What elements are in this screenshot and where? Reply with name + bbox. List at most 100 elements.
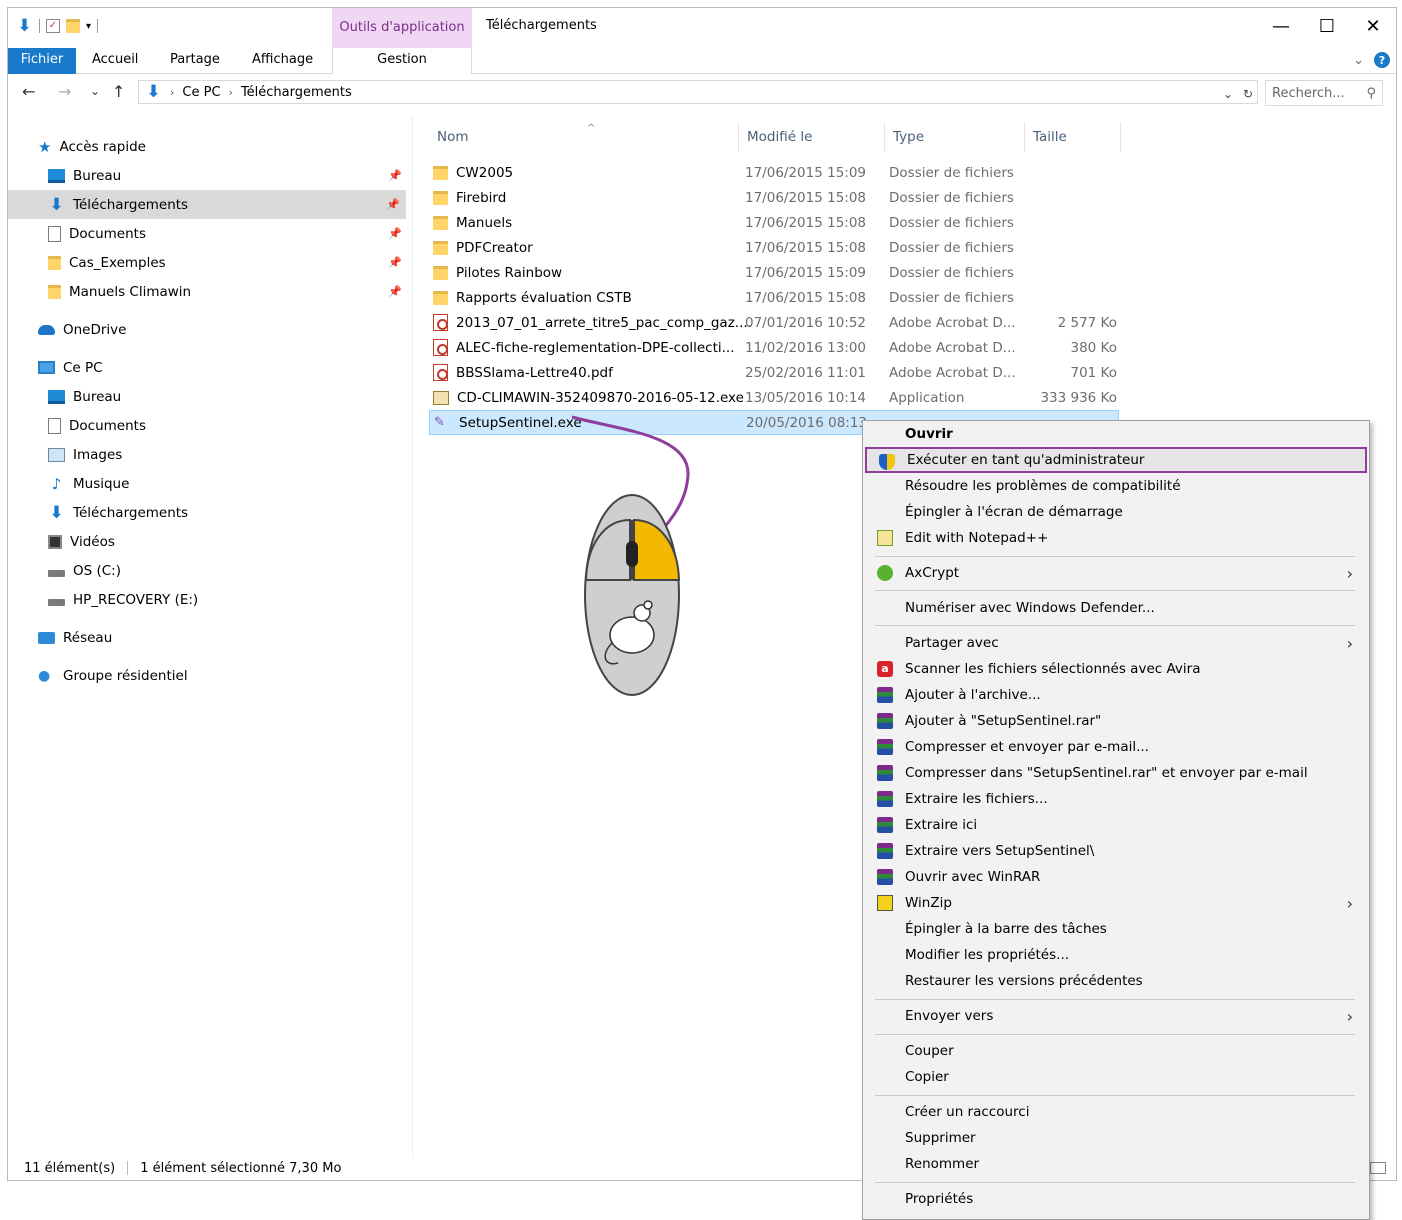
maximize-button[interactable]: ☐: [1304, 8, 1350, 44]
address-dropdown-icon[interactable]: ⌄: [1223, 87, 1233, 101]
file-row[interactable]: Pilotes Rainbow 17/06/2015 15:09 Dossier…: [429, 260, 1119, 285]
menu-item-compatibilite[interactable]: Résoudre les problèmes de compatibilité: [865, 473, 1367, 499]
up-arrow-icon[interactable]: ↑: [112, 82, 125, 101]
customize-toolbar-icon[interactable]: ▾: [86, 21, 91, 32]
breadcrumb-ce-pc[interactable]: Ce PC: [182, 85, 220, 100]
minimize-button[interactable]: —: [1258, 8, 1304, 44]
sidebar-item-reseau[interactable]: Réseau: [38, 623, 112, 652]
chevron-down-icon[interactable]: ⌄: [1353, 53, 1364, 68]
details-view-icon[interactable]: [1370, 1162, 1386, 1174]
menu-item-creer-raccourci[interactable]: Créer un raccourci: [865, 1099, 1367, 1125]
refresh-icon[interactable]: ↻: [1243, 87, 1253, 101]
file-row[interactable]: PDFCreator 17/06/2015 15:08 Dossier de f…: [429, 235, 1119, 260]
menu-item-epingler-demarrage[interactable]: Épingler à l'écran de démarrage: [865, 499, 1367, 525]
menu-item-ajouter-rar[interactable]: Ajouter à "SetupSentinel.rar": [865, 708, 1367, 734]
menu-item-axcrypt[interactable]: AxCrypt ›: [865, 560, 1367, 586]
menu-item-copier[interactable]: Copier: [865, 1064, 1367, 1090]
sidebar-item-os-c[interactable]: OS (C:): [48, 556, 121, 585]
sidebar-item-manuels-climawin[interactable]: Manuels Climawin 📌: [48, 277, 402, 306]
forward-arrow-icon[interactable]: →: [58, 82, 71, 101]
file-type: Adobe Acrobat D...: [889, 339, 1016, 356]
sidebar-item-pc-bureau[interactable]: Bureau: [48, 382, 121, 411]
menu-item-couper[interactable]: Couper: [865, 1038, 1367, 1064]
file-modified: 25/02/2016 11:01: [745, 364, 867, 381]
navigation-bar: ← → ⌄ ↑ ⬇ › Ce PC › Téléchargements ⌄ ↻ …: [8, 78, 1396, 108]
menu-item-modifier-proprietes[interactable]: Modifier les propriétés...: [865, 942, 1367, 968]
recent-locations-icon[interactable]: ⌄: [90, 84, 100, 98]
column-header-type[interactable]: Type: [885, 122, 1025, 152]
menu-item-label: Extraire les fichiers...: [905, 791, 1048, 807]
menu-item-winzip[interactable]: WinZip ›: [865, 890, 1367, 916]
file-row[interactable]: 2013_07_01_arrete_titre5_pac_comp_gaz...…: [429, 310, 1119, 335]
file-row[interactable]: CD-CLIMAWIN-352409870-2016-05-12.exe 13/…: [429, 385, 1119, 410]
menu-item-ouvrir-winrar[interactable]: Ouvrir avec WinRAR: [865, 864, 1367, 890]
menu-item-compresser-rar-email[interactable]: Compresser dans "SetupSentinel.rar" et e…: [865, 760, 1367, 786]
music-icon: ♪: [51, 474, 62, 493]
pin-icon[interactable]: 📌: [388, 227, 402, 240]
file-row[interactable]: ALEC-fiche-reglementation-DPE-collecti..…: [429, 335, 1119, 360]
sidebar-item-groupe-residentiel[interactable]: ● Groupe résidentiel: [38, 661, 188, 690]
new-folder-icon[interactable]: [66, 19, 80, 33]
menu-item-proprietes[interactable]: Propriétés: [865, 1186, 1367, 1212]
pin-icon[interactable]: 📌: [388, 256, 402, 269]
sidebar-item-label: Cas_Exemples: [69, 254, 166, 271]
sidebar-item-bureau[interactable]: Bureau 📌: [48, 161, 402, 190]
file-row[interactable]: CW2005 17/06/2015 15:09 Dossier de fichi…: [429, 160, 1119, 185]
sidebar-item-hp-recovery[interactable]: HP_RECOVERY (E:): [48, 585, 198, 614]
sidebar-item-cas-exemples[interactable]: Cas_Exemples 📌: [48, 248, 402, 277]
tab-accueil[interactable]: Accueil: [82, 48, 148, 74]
properties-icon[interactable]: ✓: [46, 19, 60, 33]
column-header-nom[interactable]: Nom ^: [429, 122, 739, 152]
tab-partage[interactable]: Partage: [160, 48, 230, 74]
search-input[interactable]: Recherch... ⚲: [1265, 80, 1383, 106]
menu-item-supprimer[interactable]: Supprimer: [865, 1125, 1367, 1151]
file-row[interactable]: Manuels 17/06/2015 15:08 Dossier de fich…: [429, 210, 1119, 235]
sidebar-item-label: Bureau: [73, 167, 122, 184]
sidebar-item-ce-pc[interactable]: Ce PC: [38, 353, 103, 382]
file-modified: 20/05/2016 08:13: [746, 414, 868, 431]
menu-item-extraire-vers[interactable]: Extraire vers SetupSentinel\: [865, 838, 1367, 864]
file-row[interactable]: BBSSlama-Lettre40.pdf 25/02/2016 11:01 A…: [429, 360, 1119, 385]
menu-item-renommer[interactable]: Renommer: [865, 1151, 1367, 1177]
file-name: PDFCreator: [456, 239, 533, 256]
pin-icon[interactable]: 📌: [386, 198, 400, 211]
address-bar[interactable]: ⬇ › Ce PC › Téléchargements ⌄ ↻: [138, 80, 1258, 104]
menu-item-avira[interactable]: a Scanner les fichiers sélectionnés avec …: [865, 656, 1367, 682]
menu-item-envoyer-vers[interactable]: Envoyer vers ›: [865, 1003, 1367, 1029]
sidebar-item-label: Musique: [73, 475, 130, 492]
menu-item-partager-avec[interactable]: Partager avec ›: [865, 630, 1367, 656]
sidebar-item-images[interactable]: Images: [48, 440, 122, 469]
breadcrumb-telechargements[interactable]: Téléchargements: [241, 85, 352, 100]
tab-affichage[interactable]: Affichage: [242, 48, 323, 74]
sidebar-item-pc-documents[interactable]: Documents: [48, 411, 146, 440]
menu-item-executer-admin[interactable]: Exécuter en tant qu'administrateur: [865, 447, 1367, 473]
menu-item-compresser-email[interactable]: Compresser et envoyer par e-mail...: [865, 734, 1367, 760]
menu-item-restaurer-versions[interactable]: Restaurer les versions précédentes: [865, 968, 1367, 994]
tab-fichier[interactable]: Fichier: [8, 48, 76, 74]
sidebar-item-pc-telechargements[interactable]: ⬇ Téléchargements: [48, 498, 188, 527]
sidebar-item-musique[interactable]: ♪ Musique: [48, 469, 130, 498]
sidebar-item-onedrive[interactable]: OneDrive: [38, 315, 126, 344]
menu-item-extraire-fichiers[interactable]: Extraire les fichiers...: [865, 786, 1367, 812]
tab-gestion[interactable]: Gestion: [332, 48, 472, 74]
sidebar-item-videos[interactable]: Vidéos: [48, 527, 115, 556]
toolbar-separator: [39, 19, 40, 33]
pin-icon[interactable]: 📌: [388, 169, 402, 182]
file-row[interactable]: Rapports évaluation CSTB 17/06/2015 15:0…: [429, 285, 1119, 310]
close-button[interactable]: ✕: [1350, 8, 1396, 44]
sidebar-item-acces-rapide[interactable]: ★ Accès rapide: [38, 132, 146, 161]
menu-item-ouvrir[interactable]: Ouvrir: [865, 421, 1367, 447]
menu-item-extraire-ici[interactable]: Extraire ici: [865, 812, 1367, 838]
sidebar-item-telechargements[interactable]: ⬇ Téléchargements 📌: [8, 190, 406, 219]
sidebar-item-documents[interactable]: Documents 📌: [48, 219, 402, 248]
menu-item-epingler-barre[interactable]: Épingler à la barre des tâches: [865, 916, 1367, 942]
column-header-taille[interactable]: Taille: [1025, 122, 1121, 152]
pin-icon[interactable]: 📌: [388, 285, 402, 298]
back-arrow-icon[interactable]: ←: [22, 82, 35, 101]
file-row[interactable]: Firebird 17/06/2015 15:08 Dossier de fic…: [429, 185, 1119, 210]
help-icon[interactable]: ?: [1374, 52, 1390, 68]
column-header-modifie[interactable]: Modifié le: [739, 122, 885, 152]
menu-item-ajouter-archive[interactable]: Ajouter à l'archive...: [865, 682, 1367, 708]
menu-item-notepad-plus-plus[interactable]: Edit with Notepad++: [865, 525, 1367, 551]
menu-item-windows-defender[interactable]: Numériser avec Windows Defender...: [865, 595, 1367, 621]
